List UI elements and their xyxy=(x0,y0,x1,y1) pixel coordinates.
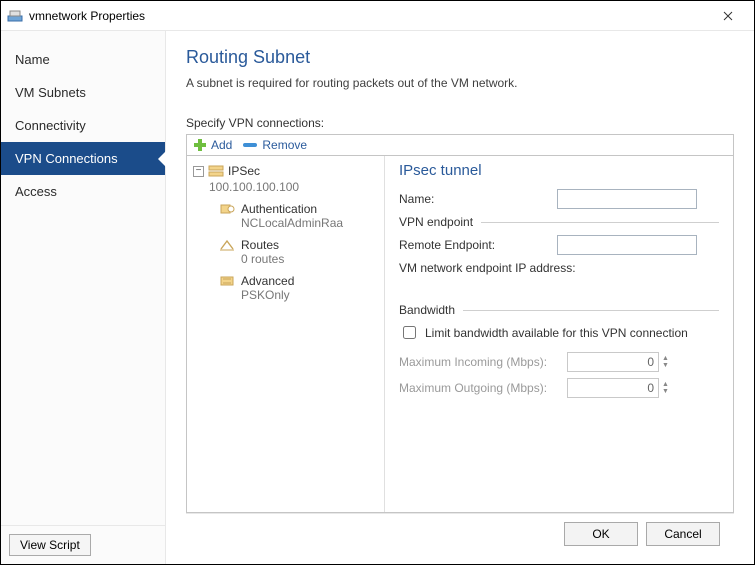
cancel-button[interactable]: Cancel xyxy=(646,522,720,546)
close-button[interactable] xyxy=(706,2,750,30)
view-script-button[interactable]: View Script xyxy=(9,534,91,556)
server-icon xyxy=(208,164,224,178)
sidebar-item-name[interactable]: Name xyxy=(1,43,165,76)
app-icon xyxy=(7,8,23,24)
page-title: Routing Subnet xyxy=(186,47,734,68)
main-panel: Routing Subnet A subnet is required for … xyxy=(166,31,754,564)
max-incoming-spinner[interactable]: ▲▼ xyxy=(662,355,669,369)
tree-node-routes[interactable]: Routes 0 routes xyxy=(219,238,380,266)
sidebar-item-access[interactable]: Access xyxy=(1,175,165,208)
tree-node-authentication[interactable]: Authentication NCLocalAdminRaa xyxy=(219,202,380,230)
routes-label: Routes xyxy=(241,238,279,252)
minus-icon xyxy=(242,140,258,150)
detail-panel: IPsec tunnel Name: VPN endpoint Remote E… xyxy=(385,156,733,512)
collapse-icon[interactable]: − xyxy=(193,166,204,177)
tree-node-advanced[interactable]: Advanced PSKOnly xyxy=(219,274,380,302)
name-label: Name: xyxy=(399,192,549,206)
dialog-footer: OK Cancel xyxy=(186,513,734,554)
auth-value: NCLocalAdminRaa xyxy=(241,216,380,230)
max-outgoing-spinner[interactable]: ▲▼ xyxy=(662,381,669,395)
ok-button[interactable]: OK xyxy=(564,522,638,546)
sidebar-item-vpn-connections[interactable]: VPN Connections xyxy=(1,142,165,175)
connections-toolbar: Add Remove xyxy=(186,134,734,155)
add-label: Add xyxy=(211,138,232,152)
remote-endpoint-input[interactable] xyxy=(557,235,697,255)
add-button[interactable]: Add xyxy=(193,138,232,152)
specify-label: Specify VPN connections: xyxy=(186,116,734,130)
dialog-body: Name VM Subnets Connectivity VPN Connect… xyxy=(1,31,754,564)
routes-icon xyxy=(219,238,235,252)
tree-root-ip: 100.100.100.100 xyxy=(209,180,380,194)
remove-label: Remove xyxy=(262,138,307,152)
max-incoming-label: Maximum Incoming (Mbps): xyxy=(399,355,567,369)
titlebar: vmnetwork Properties xyxy=(1,1,754,31)
page-description: A subnet is required for routing packets… xyxy=(186,76,734,90)
remove-button[interactable]: Remove xyxy=(242,138,307,152)
sidebar: Name VM Subnets Connectivity VPN Connect… xyxy=(1,31,166,564)
vpn-endpoint-section: VPN endpoint xyxy=(399,215,719,229)
sidebar-item-connectivity[interactable]: Connectivity xyxy=(1,109,165,142)
auth-label: Authentication xyxy=(241,202,317,216)
advanced-icon xyxy=(219,274,235,288)
vm-endpoint-ip-label: VM network endpoint IP address: xyxy=(399,261,719,275)
limit-bandwidth-label: Limit bandwidth available for this VPN c… xyxy=(425,326,688,340)
connections-tree: − IPSec 100.100.100.100 Authentication N… xyxy=(187,156,385,512)
remote-endpoint-label: Remote Endpoint: xyxy=(399,238,549,252)
name-input[interactable] xyxy=(557,189,697,209)
tree-root-label: IPSec xyxy=(228,164,260,178)
advanced-label: Advanced xyxy=(241,274,294,288)
max-outgoing-label: Maximum Outgoing (Mbps): xyxy=(399,381,567,395)
sidebar-item-vm-subnets[interactable]: VM Subnets xyxy=(1,76,165,109)
advanced-value: PSKOnly xyxy=(241,288,380,302)
routes-value: 0 routes xyxy=(241,252,380,266)
tree-root-ipsec[interactable]: − IPSec xyxy=(191,162,380,180)
plus-icon xyxy=(193,138,207,152)
max-outgoing-input[interactable] xyxy=(567,378,659,398)
bandwidth-section: Bandwidth xyxy=(399,303,719,317)
limit-bandwidth-checkbox[interactable] xyxy=(403,326,416,339)
auth-icon xyxy=(219,202,235,216)
window-title: vmnetwork Properties xyxy=(29,9,706,23)
detail-title: IPsec tunnel xyxy=(399,162,719,179)
max-incoming-input[interactable] xyxy=(567,352,659,372)
connections-content: − IPSec 100.100.100.100 Authentication N… xyxy=(186,155,734,513)
